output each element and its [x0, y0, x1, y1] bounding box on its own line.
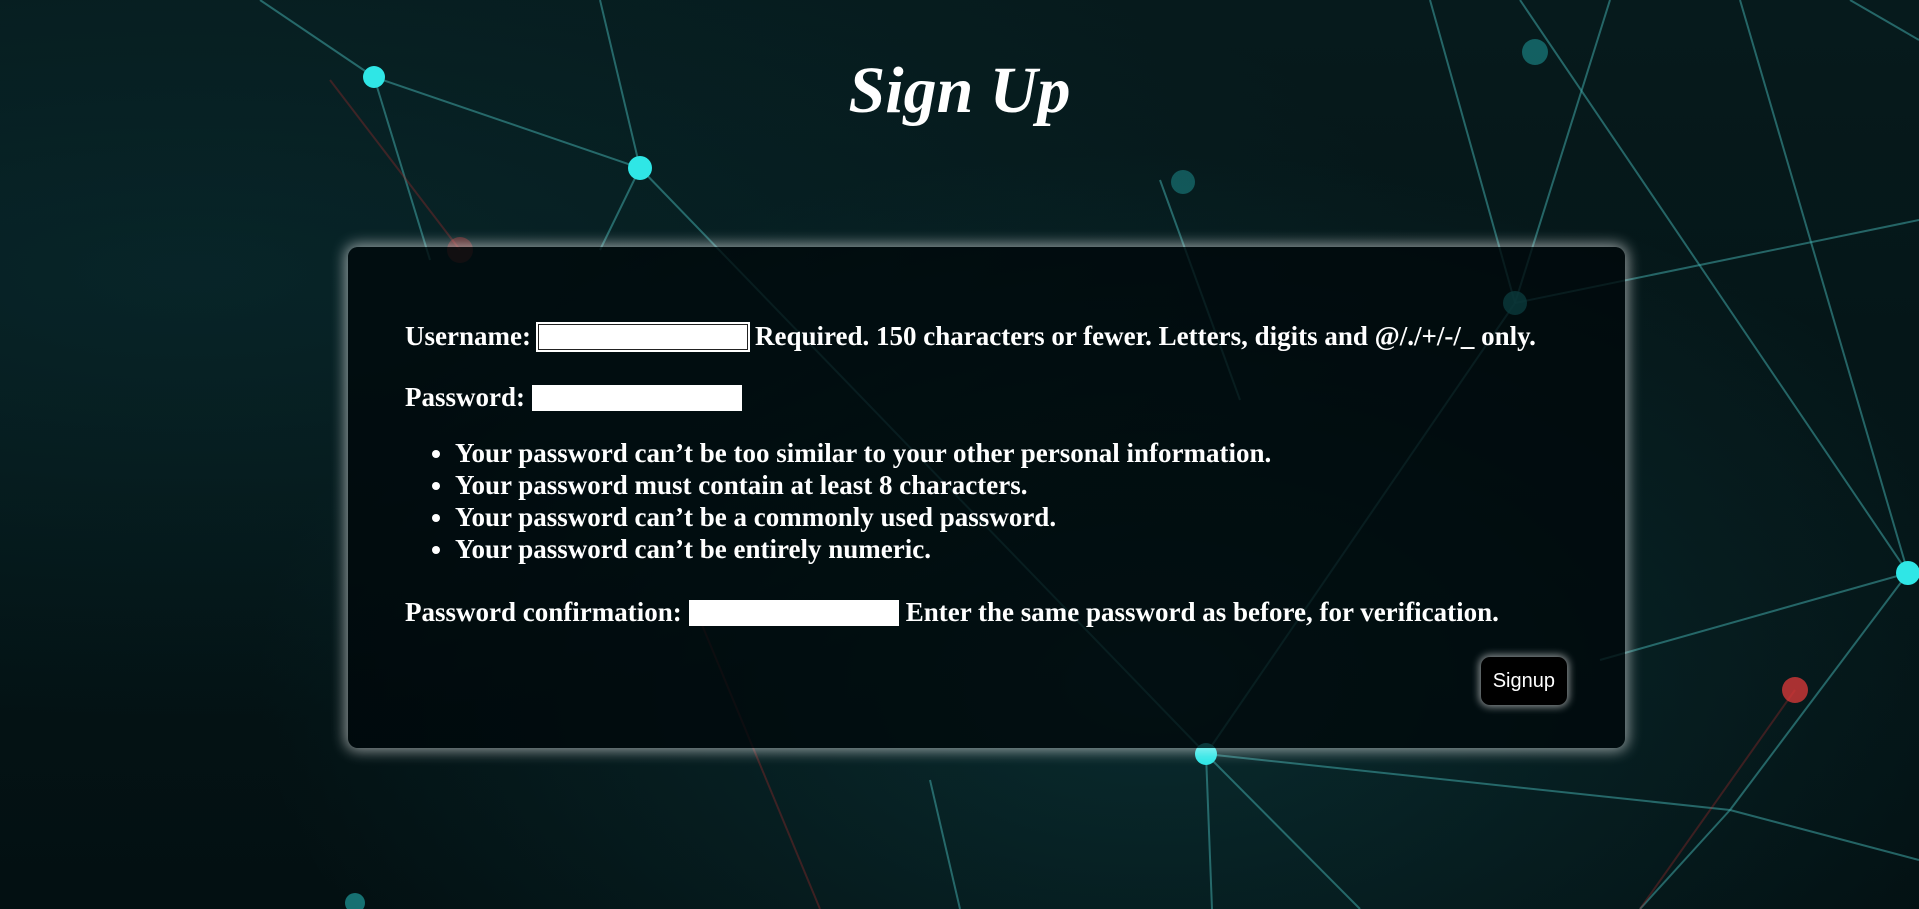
- username-input[interactable]: [535, 321, 750, 352]
- signup-form-card: Username: Required. 150 characters or fe…: [348, 247, 1625, 748]
- password-rule: Your password can’t be too similar to yo…: [455, 437, 1271, 469]
- password-confirmation-row: Password confirmation: Enter the same pa…: [405, 597, 1499, 628]
- page-title: Sign Up: [848, 54, 1071, 127]
- password-confirmation-help-text: Enter the same password as before, for v…: [905, 597, 1499, 627]
- password-label: Password:: [405, 382, 525, 412]
- password-rules-list: Your password can’t be too similar to yo…: [405, 437, 1271, 565]
- password-rule: Your password must contain at least 8 ch…: [455, 469, 1271, 501]
- username-row: Username: Required. 150 characters or fe…: [405, 321, 1536, 352]
- password-rule: Your password can’t be entirely numeric.: [455, 533, 1271, 565]
- password-confirmation-label: Password confirmation:: [405, 597, 682, 627]
- username-help-text: Required. 150 characters or fewer. Lette…: [754, 321, 1536, 351]
- username-label: Username:: [405, 321, 531, 351]
- password-input[interactable]: [532, 384, 742, 411]
- password-rule: Your password can’t be a commonly used p…: [455, 501, 1271, 533]
- signup-button[interactable]: Signup: [1480, 657, 1567, 705]
- password-confirmation-input[interactable]: [688, 599, 899, 626]
- password-row: Password:: [405, 382, 749, 413]
